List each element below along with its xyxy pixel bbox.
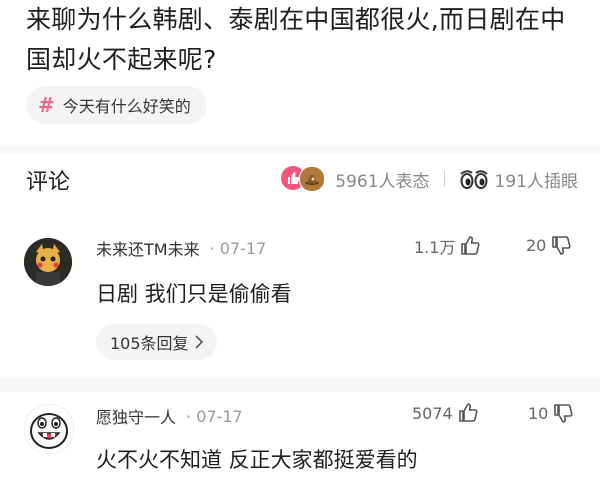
comment-meta: 愿独守一人 · 07-17 (96, 404, 243, 428)
comment-date: · 07-17 (209, 238, 267, 258)
dislike-count: 10 (528, 403, 549, 423)
post-title: 来聊为什么韩剧、泰剧在中国都很火,而日剧在中国却火不起来呢? (26, 5, 566, 74)
view-replies-button[interactable]: 105条回复 (96, 324, 217, 360)
avatar[interactable] (24, 238, 72, 286)
topic-tag[interactable]: # 今天有什么好笑的 (26, 86, 207, 124)
chevron-right-icon (194, 335, 203, 349)
dislike-count: 20 (526, 235, 547, 255)
hash-icon: # (38, 93, 55, 117)
author-name[interactable]: 未来还TM未来 (96, 236, 200, 260)
reaction-emojis (281, 166, 329, 192)
section-divider (0, 146, 600, 154)
like-count: 1.1万 (414, 238, 456, 257)
comment-text: 日剧 我们只是偷偷看 (96, 282, 292, 306)
reactions-count: 5961人表态 (335, 171, 430, 192)
thumbs-down-icon (550, 234, 572, 256)
dislike-button[interactable]: 20 (526, 234, 572, 256)
comment-item: 愿独守一人 · 07-17 5074 10 火不火不知道 反正大家都挺爱看的 (0, 400, 600, 486)
comment-meta: 未来还TM未来 · 07-17 (96, 236, 266, 260)
dislike-button[interactable]: 10 (528, 402, 574, 424)
hat-emoji-icon (299, 166, 326, 192)
comments-title: 评论 (26, 170, 71, 195)
thumbs-up-icon (457, 402, 479, 424)
eyes-icon (459, 168, 489, 190)
topic-label: 今天有什么好笑的 (62, 97, 191, 116)
divider (443, 171, 445, 187)
like-button[interactable]: 1.1万 (414, 234, 481, 258)
comment-item: 未来还TM未来 · 07-17 1.1万 20 日剧 我们只是偷偷看 105条回… (0, 232, 600, 372)
comment-date: · 07-17 (186, 406, 243, 426)
comments-header: 评论 5961人表态 191人插眼 (0, 160, 600, 200)
like-button[interactable]: 5074 (412, 402, 479, 424)
comment-text: 火不火不知道 反正大家都挺爱看的 (96, 448, 418, 472)
thumbs-down-icon (552, 402, 574, 424)
like-count: 5074 (412, 403, 453, 423)
avatar[interactable] (24, 404, 74, 454)
reactions-summary[interactable]: 5961人表态 191人插眼 (281, 166, 578, 192)
comment-divider (0, 378, 600, 392)
peek-count: 191人插眼 (494, 171, 578, 192)
thumbs-up-icon (459, 235, 481, 257)
author-name[interactable]: 愿独守一人 (96, 404, 176, 428)
replies-count: 105条回复 (110, 334, 189, 353)
